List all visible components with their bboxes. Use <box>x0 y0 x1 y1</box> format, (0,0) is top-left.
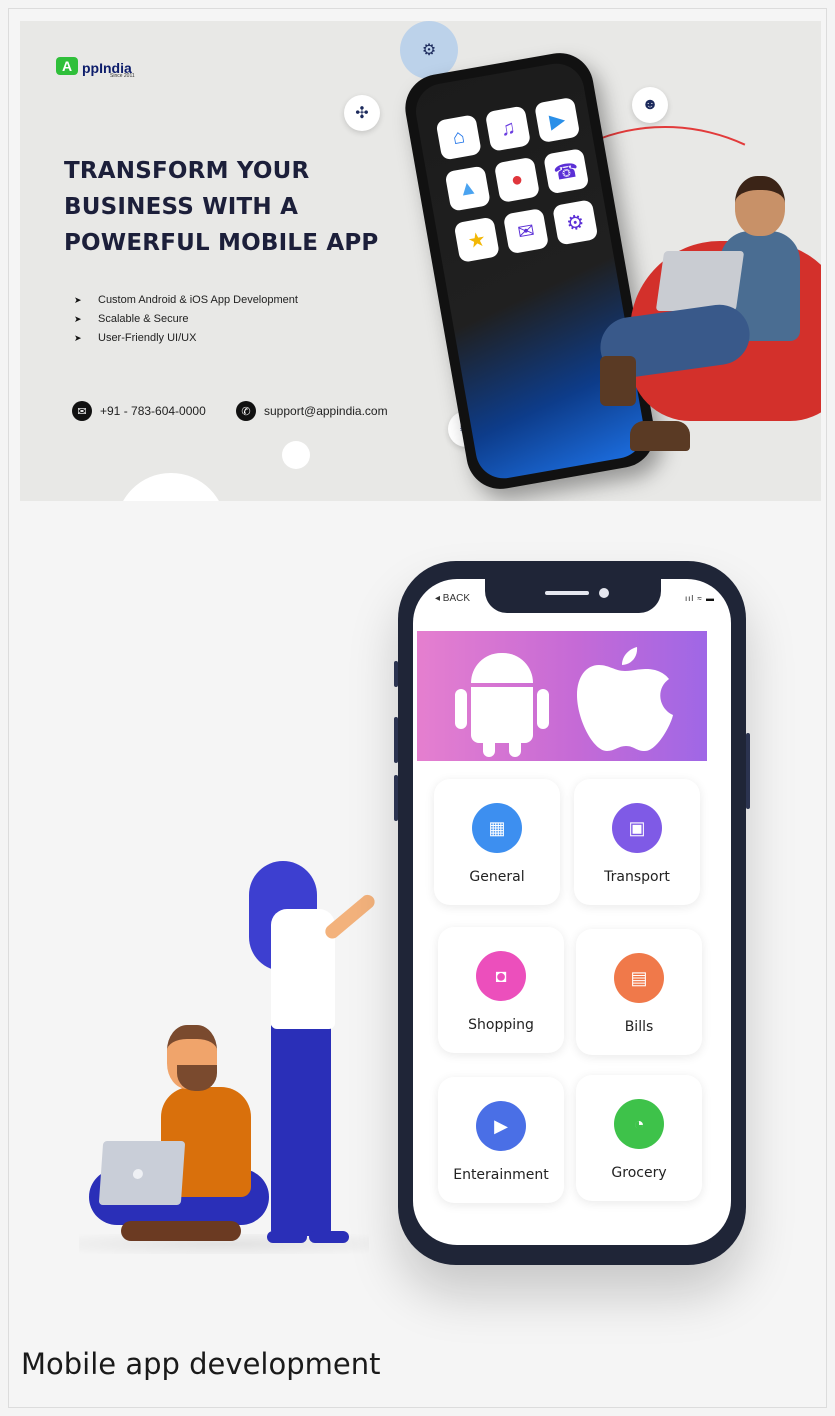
banner-headline: TRANSFORM YOUR BUSINESS WITH A POWERFUL … <box>64 153 424 261</box>
star-icon: ★ <box>453 216 500 263</box>
category-entertainment[interactable]: ▶ Enterainment <box>438 1077 564 1203</box>
decorative-circle <box>116 473 226 501</box>
woman-shoe <box>267 1231 307 1243</box>
volume-up-button <box>394 717 398 763</box>
speaker <box>545 591 589 595</box>
feature-item: ➤ Scalable & Secure <box>74 310 298 329</box>
headline-line-3: POWERFUL MOBILE APP <box>64 230 379 256</box>
woman-shoe <box>309 1231 349 1243</box>
power-button <box>746 733 750 809</box>
category-grocery[interactable]: ◔ Grocery <box>576 1075 702 1201</box>
app-grid: ⌂ ♫ ▶ ▲ ● ☎ ★ ✉ ⚙ <box>435 96 599 263</box>
contact-phone: ✉ +91 - 783-604-0000 <box>72 401 206 421</box>
category-bills[interactable]: ▤ Bills <box>576 929 702 1055</box>
man-shoe <box>630 421 690 451</box>
category-label: General <box>469 869 525 885</box>
mute-switch <box>394 661 398 687</box>
man-shoe <box>600 356 636 406</box>
laptop-logo <box>132 1169 144 1179</box>
phone-icon: ✆ <box>236 401 256 421</box>
feature-list: ➤ Custom Android & iOS App Development ➤ S… <box>74 291 298 348</box>
logo-since: Since 2011 <box>110 73 135 79</box>
category-label: Shopping <box>468 1017 534 1033</box>
category-shopping[interactable]: ◘ Shopping <box>438 927 564 1053</box>
category-label: Enterainment <box>453 1167 549 1183</box>
decorative-dot <box>282 441 310 469</box>
feature-item: ➤ Custom Android & iOS App Development <box>74 291 298 310</box>
call-icon: ☎ <box>543 148 590 195</box>
arrow-icon: ➤ <box>74 333 82 343</box>
status-icons: ııl ≈ ▬ <box>684 594 715 603</box>
woman-pants <box>271 1021 331 1236</box>
page-frame: A ppIndia Since 2011 TRANSFORM YOUR BUSI… <box>8 8 827 1408</box>
volume-down-button <box>394 775 398 821</box>
back-button[interactable]: ◂ BACK <box>435 593 470 604</box>
android-icon <box>455 653 549 757</box>
category-label: Grocery <box>611 1165 667 1181</box>
logo-mark: A <box>56 57 78 75</box>
mail-icon: ✉ <box>72 401 92 421</box>
share-icon: ✣ <box>344 95 380 131</box>
arrow-icon: ➤ <box>74 295 82 305</box>
apple-icon <box>575 637 675 780</box>
promo-banner: A ppIndia Since 2011 TRANSFORM YOUR BUSI… <box>20 21 821 501</box>
feature-item: ➤ User-Friendly UI/UX <box>74 329 298 348</box>
category-general[interactable]: ▦ General <box>434 779 560 905</box>
appindia-logo: A ppIndia Since 2011 <box>56 57 135 79</box>
play-icon: ▶ <box>534 96 581 144</box>
grid-icon: ▦ <box>472 803 522 853</box>
headline-line-1: TRANSFORM YOUR <box>64 158 310 184</box>
banana-icon: ◔ <box>614 1099 664 1149</box>
category-label: Transport <box>604 869 670 885</box>
receipt-icon: ▤ <box>614 953 664 1003</box>
bus-icon: ▣ <box>612 803 662 853</box>
man-head <box>735 176 785 236</box>
laptop <box>98 1141 186 1205</box>
mail-app-icon: ✉ <box>502 207 550 255</box>
gear-icon: ⚙ <box>400 21 458 79</box>
clapper-icon: ▶ <box>476 1101 526 1151</box>
platform-banner <box>417 631 707 761</box>
image-caption: Mobile app development <box>21 1347 381 1381</box>
support-agent-icon: ☻ <box>632 87 668 123</box>
category-label: Bills <box>624 1019 654 1035</box>
photo-icon: ▲ <box>444 165 491 212</box>
laptop <box>655 251 745 311</box>
notch <box>485 579 661 613</box>
home-icon: ⌂ <box>435 114 482 161</box>
phone-mockup: ◂ BACK ııl ≈ ▬ ▦ General ▣ Transport ◘ S… <box>394 561 750 1265</box>
phone-screen: ◂ BACK ııl ≈ ▬ ▦ General ▣ Transport ◘ S… <box>413 579 731 1245</box>
category-transport[interactable]: ▣ Transport <box>574 779 700 905</box>
bag-icon: ◘ <box>476 951 526 1001</box>
music-icon: ♫ <box>484 105 532 152</box>
man-on-beanbag <box>596 171 821 481</box>
arrow-icon: ➤ <box>74 314 82 324</box>
location-pin-icon: ● <box>493 156 541 204</box>
seated-man-shoes <box>121 1221 241 1241</box>
camera <box>599 588 609 598</box>
headline-line-2: BUSINESS WITH A <box>64 194 299 220</box>
settings-icon: ⚙ <box>552 199 599 246</box>
contact-email: ✆ support@appindia.com <box>236 401 388 421</box>
